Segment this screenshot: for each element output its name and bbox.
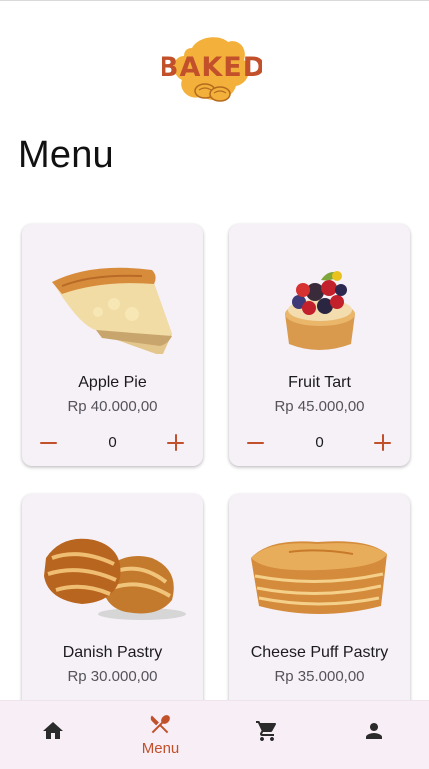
apple-pie-image [22, 244, 203, 356]
product-name: Danish Pastry [62, 644, 163, 661]
bottom-navigation: Menu [0, 700, 429, 769]
top-divider [0, 0, 429, 1]
home-icon [43, 722, 63, 739]
svg-text:BAKED: BAKED [162, 52, 262, 83]
cheese-puff-pastry-image [229, 514, 410, 624]
product-price: Rp 35.000,00 [274, 668, 365, 685]
nav-item-cart[interactable] [214, 701, 321, 769]
product-price: Rp 40.000,00 [67, 398, 158, 415]
nav-label-menu: Menu [141, 740, 180, 757]
plus-icon[interactable] [370, 430, 396, 456]
product-name: Fruit Tart [288, 374, 351, 391]
cart-icon [256, 721, 277, 741]
quantity-stepper: 0 [229, 430, 410, 456]
page-title: Menu [18, 134, 114, 176]
product-name: Cheese Puff Pastry [250, 644, 389, 661]
product-price: Rp 30.000,00 [67, 668, 158, 685]
product-name: Apple Pie [78, 374, 147, 391]
product-card-apple-pie[interactable]: Apple Pie Rp 40.000,00 0 [22, 224, 203, 466]
plus-icon[interactable] [163, 430, 189, 456]
brand-logo: BAKED [158, 34, 265, 106]
nav-item-home[interactable] [0, 701, 107, 769]
person-icon [366, 723, 382, 739]
danish-pastry-image [22, 514, 203, 624]
product-price: Rp 45.000,00 [274, 398, 365, 415]
nav-item-menu[interactable]: Menu [107, 701, 214, 769]
fork-knife-icon [150, 715, 170, 734]
product-card-fruit-tart[interactable]: Fruit Tart Rp 45.000,00 0 [229, 224, 410, 466]
nav-item-profile[interactable] [321, 701, 428, 769]
quantity-stepper: 0 [22, 430, 203, 456]
fruit-tart-image [229, 244, 410, 354]
